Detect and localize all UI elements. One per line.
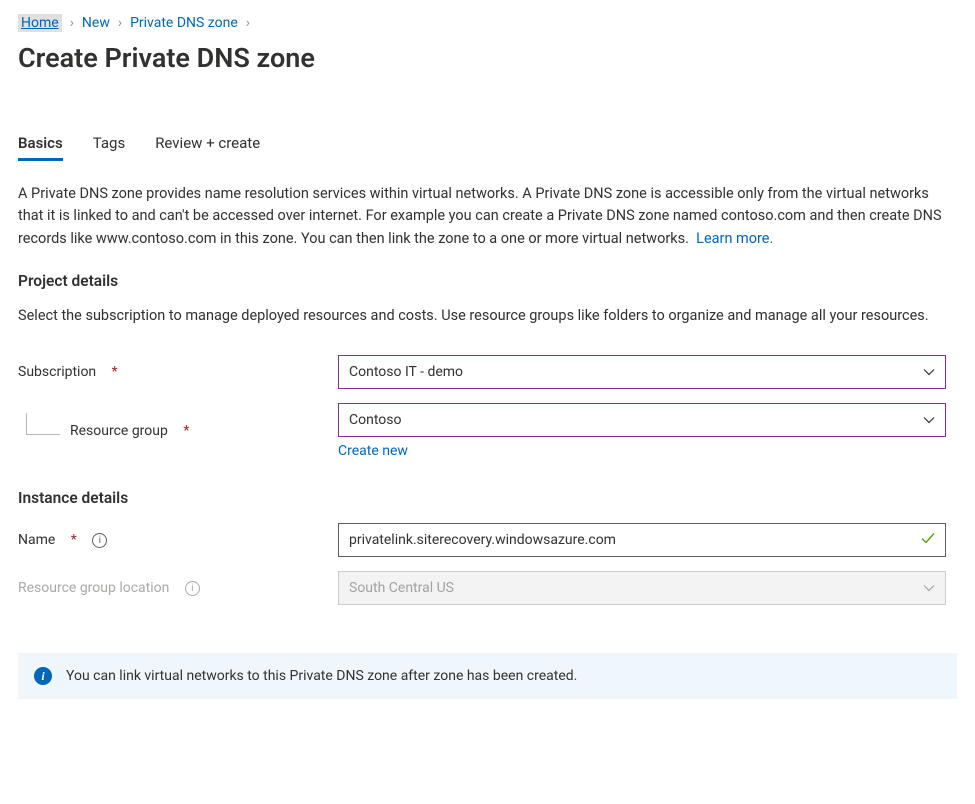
instance-details-heading: Instance details — [18, 489, 957, 507]
chevron-right-icon: › — [70, 15, 74, 31]
info-banner: i You can link virtual networks to this … — [18, 653, 957, 699]
check-icon — [920, 530, 936, 550]
resource-group-location-select: South Central US — [338, 571, 946, 605]
learn-more-link[interactable]: Learn more. — [696, 230, 773, 247]
chevron-right-icon: › — [246, 15, 250, 31]
subscription-label: Subscription * — [18, 364, 338, 380]
tabs: Basics Tags Review + create — [18, 134, 957, 161]
info-icon: i — [34, 667, 52, 685]
required-asterisk: * — [112, 364, 118, 380]
breadcrumb-new[interactable]: New — [82, 15, 110, 31]
resource-group-label: Resource group * — [18, 423, 338, 439]
create-new-link[interactable]: Create new — [338, 443, 408, 459]
info-icon[interactable]: i — [185, 581, 200, 596]
breadcrumb-home[interactable]: Home — [18, 14, 62, 32]
breadcrumb-private-dns-zone[interactable]: Private DNS zone — [130, 15, 238, 31]
project-details-description: Select the subscription to manage deploy… — [18, 305, 957, 327]
chevron-down-icon — [923, 414, 935, 426]
subscription-value: Contoso IT - demo — [349, 364, 463, 380]
chevron-down-icon — [923, 366, 935, 378]
info-banner-text: You can link virtual networks to this Pr… — [66, 668, 577, 684]
chevron-down-icon — [923, 582, 935, 594]
chevron-right-icon: › — [118, 15, 122, 31]
project-details-heading: Project details — [18, 272, 957, 290]
info-icon[interactable]: i — [92, 533, 107, 548]
indent-connector-icon — [26, 413, 60, 435]
resource-group-value: Contoso — [349, 412, 401, 428]
required-asterisk: * — [71, 532, 77, 548]
tab-review-create[interactable]: Review + create — [155, 134, 260, 161]
name-label: Name * i — [18, 532, 338, 548]
tab-tags[interactable]: Tags — [93, 134, 125, 161]
tab-basics[interactable]: Basics — [18, 134, 63, 161]
resource-group-location-value: South Central US — [349, 580, 454, 596]
basics-description: A Private DNS zone provides name resolut… — [18, 183, 957, 250]
resource-group-select[interactable]: Contoso — [338, 403, 946, 437]
required-asterisk: * — [183, 423, 189, 439]
description-text: A Private DNS zone provides name resolut… — [18, 185, 942, 247]
breadcrumb: Home › New › Private DNS zone › — [18, 14, 957, 32]
page-title: Create Private DNS zone — [18, 42, 957, 74]
name-input[interactable] — [338, 523, 946, 557]
resource-group-location-label: Resource group location i — [18, 580, 338, 596]
subscription-select[interactable]: Contoso IT - demo — [338, 355, 946, 389]
